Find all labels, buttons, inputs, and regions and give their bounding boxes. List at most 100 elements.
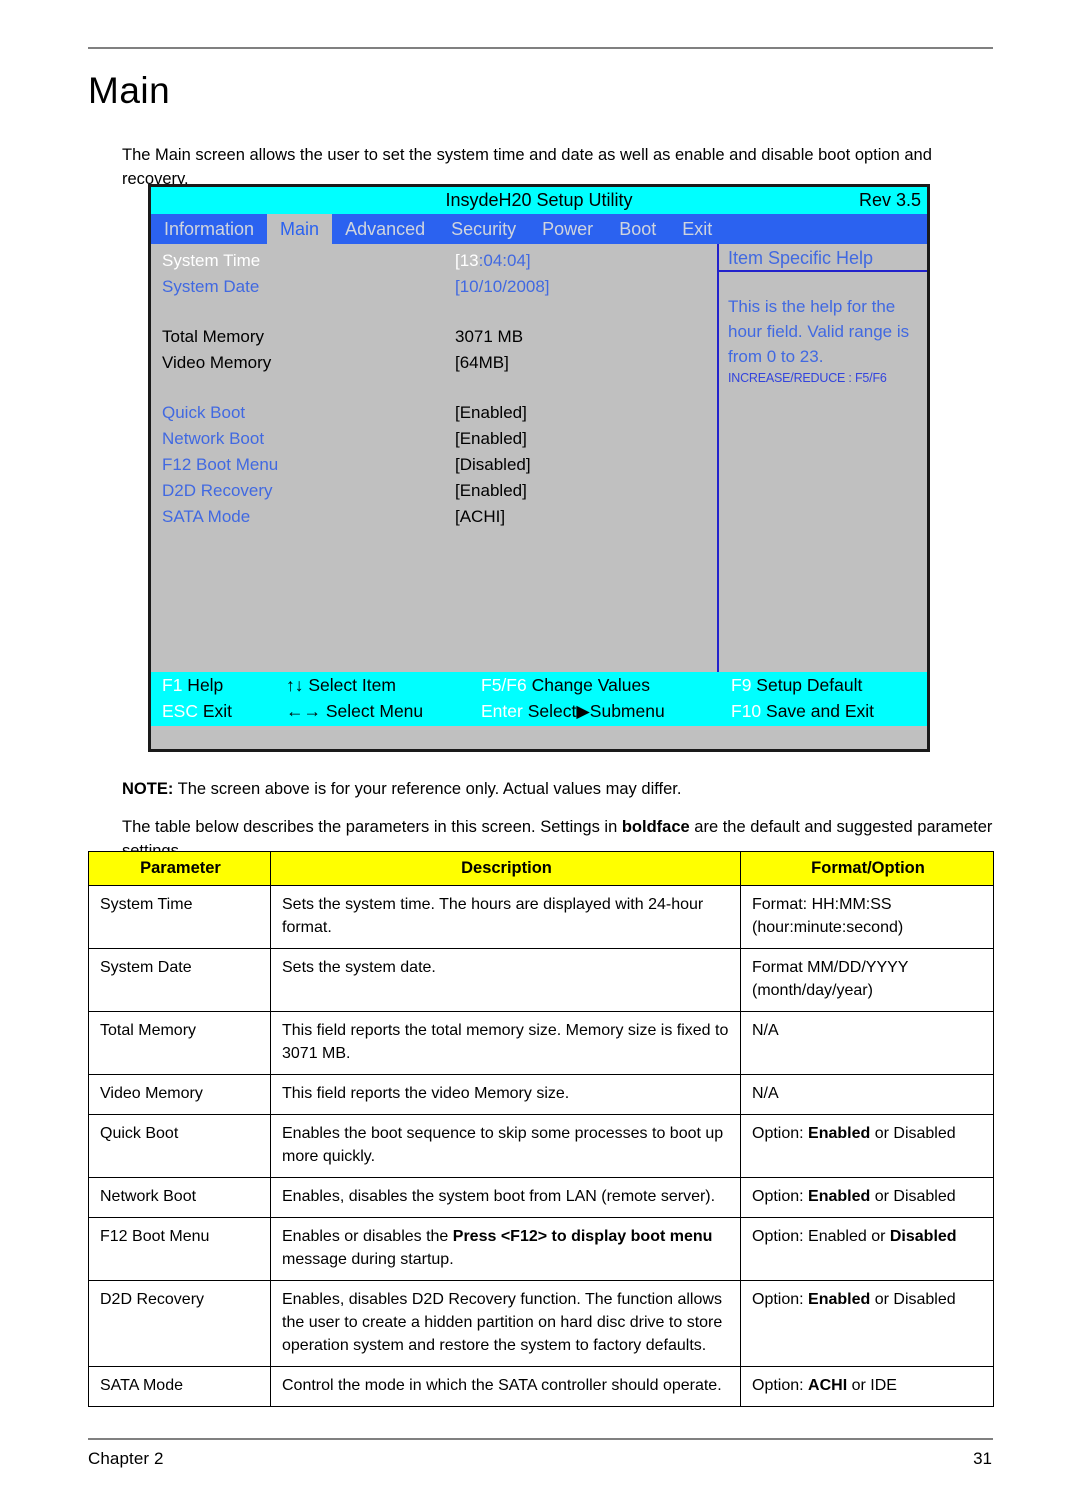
cell-format-option: Option: Enabled or Disabled [740, 1177, 994, 1218]
cell-parameter: Network Boot [88, 1177, 271, 1218]
bios-utility-name: InsydeH20 Setup Utility [445, 190, 633, 210]
bios-setting-row[interactable]: Video Memory [64MB] [151, 350, 717, 376]
bios-keybar-action: Select▶Submenu [522, 701, 665, 721]
bios-setting-label: SATA Mode [162, 507, 251, 526]
bios-menu-item-main[interactable]: Main [267, 214, 333, 244]
bios-keybar-action: Change Values [526, 675, 650, 695]
bios-setting-value[interactable]: 3071 MB [455, 324, 523, 350]
bios-setting-value[interactable]: [13:04:04] [455, 248, 531, 274]
plain-text: Option: Enabled or [752, 1228, 890, 1245]
cell-format-option: N/A [740, 1011, 994, 1075]
table-intro-boldface: boldface [621, 817, 690, 836]
bios-help-title: Item Specific Help [719, 244, 927, 272]
bios-keybar-key: ESC [162, 701, 198, 721]
cell-description: Sets the system time. The hours are disp… [270, 885, 741, 949]
bios-keybar-item[interactable]: ESC Exit [162, 698, 232, 725]
bios-setting-row[interactable]: Total Memory 3071 MB [151, 324, 717, 350]
bios-keybar-action: Save and Exit [761, 701, 875, 721]
emphasis-text: Disabled [889, 1228, 957, 1245]
bios-keybar-item[interactable]: F1 Help [162, 672, 223, 699]
bios-setting-row[interactable]: System Time [13:04:04] [151, 248, 717, 274]
bios-help-text: This is the help for the hour field. Val… [728, 297, 910, 366]
bios-keybar-item[interactable]: F10 Save and Exit [731, 698, 874, 725]
bios-setting-value-part: [Enabled] [455, 403, 527, 422]
bios-setting-value[interactable]: [Enabled] [455, 400, 527, 426]
bios-menu-item-information[interactable]: Information [151, 214, 267, 244]
bios-keybar-item[interactable]: F5/F6 Change Values [481, 672, 650, 699]
bios-function-key-bar[interactable]: F1 Help ↑↓ Select Item F5/F6 Change Values… [151, 672, 927, 726]
cell-parameter: Video Memory [88, 1074, 271, 1115]
bios-setting-row[interactable]: F12 Boot Menu [Disabled] [151, 452, 717, 478]
bios-keybar-item[interactable]: Enter Select▶Submenu [481, 698, 665, 725]
footer-chapter: Chapter 2 [88, 1449, 164, 1468]
bios-menu-item-exit[interactable]: Exit [669, 214, 725, 244]
bios-setting-label: D2D Recovery [162, 481, 273, 500]
bios-keybar-key: F5/F6 [481, 675, 527, 695]
bios-settings-pane[interactable]: System Time [13:04:04] System Date [10/10/2… [151, 244, 717, 672]
plain-text: message during startup. [282, 1251, 454, 1268]
table-row: System Date Sets the system date. Format M… [88, 948, 994, 1012]
bios-setup-screenshot: InsydeH20 Setup Utility Rev 3.5 Informat… [148, 184, 930, 752]
cell-parameter: D2D Recovery [88, 1280, 271, 1367]
emphasis-text: Enabled [808, 1125, 871, 1142]
bios-setting-row[interactable]: D2D Recovery [Enabled] [151, 478, 717, 504]
bios-setting-label: System Time [162, 251, 261, 270]
table-header-row: Parameter Description Format/Option [88, 851, 994, 886]
bios-setting-value[interactable]: [10/10/2008] [455, 274, 550, 300]
bios-setting-value-part: :04:04] [478, 251, 531, 270]
bios-keybar-key: F9 [731, 675, 752, 695]
plain-text: Option: [752, 1188, 809, 1205]
bios-setting-row[interactable]: Quick Boot [Enabled] [151, 400, 717, 426]
bios-menu-item-security[interactable]: Security [438, 214, 529, 244]
bios-setting-row[interactable]: Network Boot [Enabled] [151, 426, 717, 452]
bios-menu-item-power[interactable]: Power [529, 214, 606, 244]
bios-setting-label: Quick Boot [162, 403, 246, 422]
table-row: Quick Boot Enables the boot sequence to s… [88, 1114, 994, 1178]
table-row: SATA Mode Control the mode in which the S… [88, 1366, 994, 1407]
parameters-table: Parameter Description Format/Option Syst… [88, 851, 994, 1407]
cell-format-option: Option: ACHI or IDE [740, 1366, 994, 1407]
bios-menu-item-boot[interactable]: Boot [606, 214, 669, 244]
cell-parameter: Total Memory [88, 1011, 271, 1075]
table-row: Video Memory This field reports the video… [88, 1074, 994, 1115]
emphasis-text: ACHI [808, 1377, 848, 1394]
bios-keybar-item[interactable]: ↑↓ Select Item [286, 672, 396, 699]
emphasis-text: Enabled [808, 1188, 871, 1205]
cell-format-option: Option: Enabled or Disabled [740, 1217, 994, 1281]
cell-format-option: Format: HH:MM:SS (hour:minute:second) [740, 885, 994, 949]
bios-setting-value-part: [64MB] [455, 353, 509, 372]
bios-menu-item-advanced[interactable]: Advanced [332, 214, 438, 244]
bios-setting-value[interactable]: [Enabled] [455, 478, 527, 504]
bios-setting-value[interactable]: [Enabled] [455, 426, 527, 452]
bios-setting-row[interactable]: SATA Mode [ACHI] [151, 504, 717, 530]
bios-keybar-item[interactable]: ←→ Select Menu [286, 698, 423, 725]
table-header-description: Description [270, 851, 741, 886]
page-title: Main [88, 70, 171, 111]
table-header-parameter: Parameter [88, 851, 271, 886]
plain-text: or Disabled [870, 1125, 956, 1142]
bios-keybar-action: ↑↓ Select Item [286, 675, 396, 695]
emphasis-text: Press <F12> to display boot menu [452, 1228, 713, 1245]
cell-parameter: System Date [88, 948, 271, 1012]
cell-parameter: Quick Boot [88, 1114, 271, 1178]
bios-keybar-action: Setup Default [751, 675, 863, 695]
plain-text: Option: [752, 1291, 809, 1308]
bios-menu-bar[interactable]: Information Main Advanced Security Power Boot… [151, 214, 927, 244]
table-row: Total Memory This field reports the total… [88, 1011, 994, 1075]
cell-description: Enables or disables the Press <F12> to d… [270, 1217, 741, 1281]
note-text: The screen above is for your reference o… [173, 779, 682, 798]
bios-title-bar: InsydeH20 Setup Utility Rev 3.5 [151, 187, 927, 214]
bios-setting-row[interactable]: System Date [10/10/2008] [151, 274, 717, 300]
bios-keybar-action: ←→ Select Menu [286, 701, 424, 721]
bios-help-shortcut-note: INCREASE/REDUCE : F5/F6 [728, 371, 887, 385]
bios-body: System Time [13:04:04] System Date [10/10/2… [151, 244, 927, 672]
bios-setting-value[interactable]: [64MB] [455, 350, 509, 376]
bios-setting-value[interactable]: [Disabled] [455, 452, 531, 478]
table-row: System Time Sets the system time. The hou… [88, 885, 994, 949]
plain-text: Option: [752, 1125, 809, 1142]
cell-description: Control the mode in which the SATA contr… [270, 1366, 741, 1407]
bios-keybar-item[interactable]: F9 Setup Default [731, 672, 862, 699]
bios-setting-value[interactable]: [ACHI] [455, 504, 505, 530]
bios-setting-value-part: [13 [455, 251, 479, 270]
bios-keybar-row: F1 Help ↑↓ Select Item F5/F6 Change Values… [151, 672, 927, 699]
